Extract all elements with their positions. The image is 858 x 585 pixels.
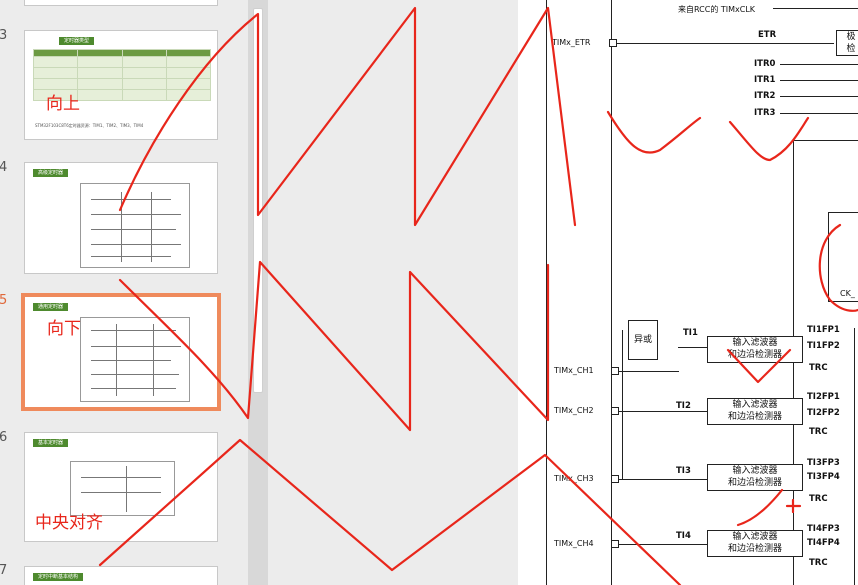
timer-block-diagram: 来自RCC的 TIMxCLK TIMx_ETR ETR 极检 ITR0 ITR1… <box>518 0 858 585</box>
itr0-label: ITR0 <box>754 59 776 69</box>
slide-thumbnail-7[interactable]: 定时中断基本结构 <box>24 566 218 585</box>
slide-number: 4 <box>0 160 8 175</box>
annotation-down-label: 向下 <box>47 319 81 339</box>
trc-label: TRC <box>809 494 828 504</box>
trc-label: TRC <box>809 427 828 437</box>
xor-box: 异或 <box>628 320 658 360</box>
slide-title: 高级定时器 <box>33 169 69 177</box>
ch2-pin-label: TIMx_CH2 <box>554 406 594 415</box>
ch4-pin[interactable] <box>611 540 619 548</box>
etr-signal-label: ETR <box>758 30 777 40</box>
ti3-label: TI3 <box>676 466 691 476</box>
itr1-label: ITR1 <box>754 75 776 85</box>
annotation-up-label: 向上 <box>46 94 80 114</box>
slide-diagram <box>80 317 190 402</box>
slide-diagram <box>80 183 190 268</box>
ti2fp2-label: TI2FP2 <box>807 408 840 418</box>
input-filter-1: 输入滤波器 和边沿检测器 <box>707 336 803 363</box>
ti1fp2-label: TI1FP2 <box>807 341 840 351</box>
input-filter-3: 输入滤波器 和边沿检测器 <box>707 464 803 491</box>
slide-number: 6 <box>0 430 8 445</box>
input-filter-4: 输入滤波器 和边沿检测器 <box>707 530 803 557</box>
ti1fp1-label: TI1FP1 <box>807 325 840 335</box>
ti2-label: TI2 <box>676 401 691 411</box>
polarity-box: 极检 <box>836 30 858 56</box>
ti2fp1-label: TI2FP1 <box>807 392 840 402</box>
annotation-center-label: 中央对齐 <box>35 513 103 533</box>
slide-thumbnail-panel: 3 定时器类型 STM32F103C8T6定时器资源：TIM1、TIM2、TIM… <box>0 0 248 585</box>
slide-title: 基本定时器 <box>33 439 69 447</box>
ti4fp4-label: TI4FP4 <box>807 538 840 548</box>
input-filter-2: 输入滤波器 和边沿检测器 <box>707 398 803 425</box>
canvas-gutter <box>268 0 518 585</box>
ch1-pin[interactable] <box>611 367 619 375</box>
slide-thumbnail-2[interactable] <box>24 0 218 6</box>
ck-label: CK_ <box>840 289 855 298</box>
etr-pin[interactable] <box>609 39 617 47</box>
trc-label: TRC <box>809 363 828 373</box>
ch4-pin-label: TIMx_CH4 <box>554 539 594 548</box>
ch3-pin-label: TIMx_CH3 <box>554 474 594 483</box>
ti4fp3-label: TI4FP3 <box>807 524 840 534</box>
trc-label: TRC <box>809 558 828 568</box>
slide-number: 5 <box>0 293 8 308</box>
thumbnail-scrollbar[interactable] <box>248 0 268 585</box>
itr3-label: ITR3 <box>754 108 776 118</box>
ti4-label: TI4 <box>676 531 691 541</box>
slide-thumbnail-5[interactable]: 通用定时器 <box>21 293 221 411</box>
etr-pin-label: TIMx_ETR <box>552 38 591 47</box>
ti3fp3-label: TI3FP3 <box>807 458 840 468</box>
scrollbar-thumb[interactable] <box>253 8 263 393</box>
slide-title: 通用定时器 <box>33 303 69 311</box>
slide-note: STM32F103C8T6定时器资源：TIM1、TIM2、TIM3、TIM4 <box>35 123 144 128</box>
slide-thumbnail-3[interactable]: 定时器类型 STM32F103C8T6定时器资源：TIM1、TIM2、TIM3、… <box>24 30 218 140</box>
slide-title: 定时器类型 <box>59 37 95 45</box>
ti3fp4-label: TI3FP4 <box>807 472 840 482</box>
ch1-pin-label: TIMx_CH1 <box>554 366 594 375</box>
ch2-pin[interactable] <box>611 407 619 415</box>
slide-number: 3 <box>0 28 8 43</box>
rcc-clock-label: 来自RCC的 TIMxCLK <box>678 5 756 14</box>
itr2-label: ITR2 <box>754 91 776 101</box>
slide-title: 定时中断基本结构 <box>33 573 84 581</box>
slide-number: 7 <box>0 563 8 578</box>
ch3-pin[interactable] <box>611 475 619 483</box>
ti1-label: TI1 <box>683 328 698 338</box>
slide-thumbnail-4[interactable]: 高级定时器 <box>24 162 218 274</box>
